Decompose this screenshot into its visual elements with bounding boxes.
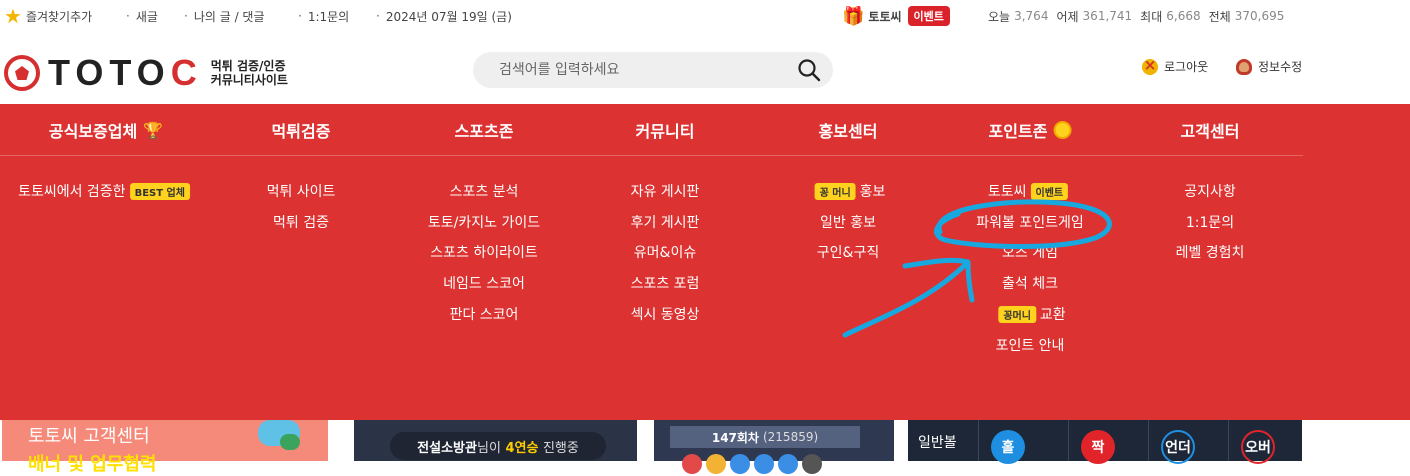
powerball-results: 일반볼 홀 짝 언더 오버 xyxy=(908,420,1302,464)
menu-one-on-one[interactable]: 1:1문의 xyxy=(1186,212,1234,232)
menu-review-board[interactable]: 후기 게시판 xyxy=(631,212,700,232)
menu-videos[interactable]: 섹시 동영상 xyxy=(631,304,700,324)
search-icon[interactable] xyxy=(797,58,821,82)
event-link[interactable]: 🎁 토토씨 이벤트 xyxy=(842,0,950,32)
menu-community[interactable]: 커뮤니티 xyxy=(636,120,695,141)
menu-promo[interactable]: 홍보센터 xyxy=(819,120,878,141)
menu-official[interactable]: 공식보증업체 🏆 xyxy=(49,120,164,142)
result-under: 언더 xyxy=(1161,430,1195,464)
best-badge: BEST 업체 xyxy=(129,182,190,200)
menu-odds-game[interactable]: 오즈 게임 xyxy=(1002,242,1058,262)
menu-point-guide[interactable]: 포인트 안내 xyxy=(996,335,1065,355)
edit-profile-link[interactable]: 정보수정 xyxy=(1236,58,1302,75)
event-badge: 이벤트 xyxy=(1030,182,1069,200)
inquiry-link[interactable]: 1:1문의 xyxy=(298,0,349,32)
content-widgets: 토토씨 고객센터 배너 및 업무협력 전설소방관 님이 4연승 진행중 147회차… xyxy=(0,420,1410,475)
menu-powerball[interactable]: 파워볼 포인트게임 xyxy=(976,212,1084,232)
site-logo[interactable]: TOTOC 먹튀 검증/인증 커뮤니티사이트 xyxy=(4,52,288,94)
trophy-icon: 🏆 xyxy=(143,120,164,140)
menu-humor[interactable]: 유머&이슈 xyxy=(634,242,696,262)
bookmark-link[interactable]: ★ 즐겨찾기추가 xyxy=(4,0,92,32)
support-banner[interactable]: 토토씨 고객센터 배너 및 업무협력 xyxy=(2,420,328,475)
menu-named-score[interactable]: 네임드 스코어 xyxy=(443,273,525,293)
winning-streak-banner: 전설소방관 님이 4연승 진행중 xyxy=(390,432,606,460)
star-icon: ★ xyxy=(4,4,22,28)
menu-point-event[interactable]: 토토씨 이벤트 xyxy=(988,181,1072,201)
menu-sports-analysis[interactable]: 스포츠 분석 xyxy=(450,181,519,201)
site-header: TOTOC 먹튀 검증/인증 커뮤니티사이트 로그아웃 정보수정 xyxy=(0,32,1410,104)
menu-exchange[interactable]: 꽁머니 교환 xyxy=(994,304,1066,324)
date-text: 2024년 07월 19일 (금) xyxy=(376,0,512,32)
coin-icon xyxy=(1053,121,1072,139)
free-money-badge: 꽁 머니 xyxy=(814,182,856,200)
visitor-stats: 오늘 3,764 어제 361,741 최대 6,668 전체 370,695 xyxy=(988,9,1285,24)
menu-casino-guide[interactable]: 토토/카지노 가이드 xyxy=(428,212,540,232)
live-game-panel: 전설소방관 님이 4연승 진행중 xyxy=(354,420,637,461)
round-header: 147회차 (215859) xyxy=(670,426,860,448)
menu-jobs[interactable]: 구인&구직 xyxy=(817,242,879,262)
result-even: 짝 xyxy=(1081,430,1115,464)
ball xyxy=(778,454,798,474)
ball xyxy=(682,454,702,474)
search-input[interactable] xyxy=(499,62,779,78)
search-box xyxy=(473,52,833,88)
menu-verify[interactable]: 먹튀검증 xyxy=(272,120,331,141)
menu-free-board[interactable]: 자유 게시판 xyxy=(631,181,700,201)
user-icon xyxy=(1236,58,1252,75)
menu-general-promo[interactable]: 일반 홍보 xyxy=(820,212,876,232)
logout-icon xyxy=(1142,56,1158,75)
ball xyxy=(754,454,774,474)
result-balls xyxy=(682,454,822,474)
gift-icon: 🎁 xyxy=(842,5,865,27)
ball xyxy=(706,454,726,474)
logout-link[interactable]: 로그아웃 xyxy=(1142,56,1208,75)
menu-free-money-promo[interactable]: 꽁 머니 홍보 xyxy=(811,181,885,201)
menu-attendance[interactable]: 출석 체크 xyxy=(1002,273,1058,293)
menu-divider xyxy=(0,155,1303,156)
exchange-badge: 꽁머니 xyxy=(998,305,1036,323)
mega-menu: 공식보증업체 🏆 먹튀검증 스포츠존 커뮤니티 홍보센터 포인트존 고객센터 토토… xyxy=(0,104,1410,420)
round-panel: 147회차 (215859) xyxy=(654,420,894,474)
menu-highlights[interactable]: 스포츠 하이라이트 xyxy=(430,242,538,262)
ball xyxy=(730,454,750,474)
menu-sports-forum[interactable]: 스포츠 포럼 xyxy=(631,273,700,293)
event-badge: 이벤트 xyxy=(907,6,950,26)
menu-scam-verify[interactable]: 먹튀 검증 xyxy=(273,212,329,232)
result-odd: 홀 xyxy=(991,430,1025,464)
my-posts-link[interactable]: 나의 글 / 댓글 xyxy=(184,0,265,32)
menu-sports[interactable]: 스포츠존 xyxy=(455,120,514,141)
menu-scam-sites[interactable]: 먹튀 사이트 xyxy=(267,181,336,201)
menu-notices[interactable]: 공지사항 xyxy=(1184,181,1236,201)
top-bar: ★ 즐겨찾기추가 새글 나의 글 / 댓글 1:1문의 2024년 07월 19… xyxy=(0,0,1410,32)
ball xyxy=(802,454,822,474)
menu-panda-score[interactable]: 판다 스코어 xyxy=(450,304,519,324)
new-posts-link[interactable]: 새글 xyxy=(126,0,158,32)
result-over: 오버 xyxy=(1241,430,1275,464)
menu-points[interactable]: 포인트존 xyxy=(989,120,1072,141)
menu-support[interactable]: 고객센터 xyxy=(1181,120,1240,141)
logo-mark-icon xyxy=(4,55,40,91)
menu-level-exp[interactable]: 레벨 경험치 xyxy=(1176,242,1245,262)
chat-bubble-icon xyxy=(280,434,300,450)
menu-best-vendors[interactable]: 토토씨에서 검증한 BEST 업체 xyxy=(18,181,194,201)
